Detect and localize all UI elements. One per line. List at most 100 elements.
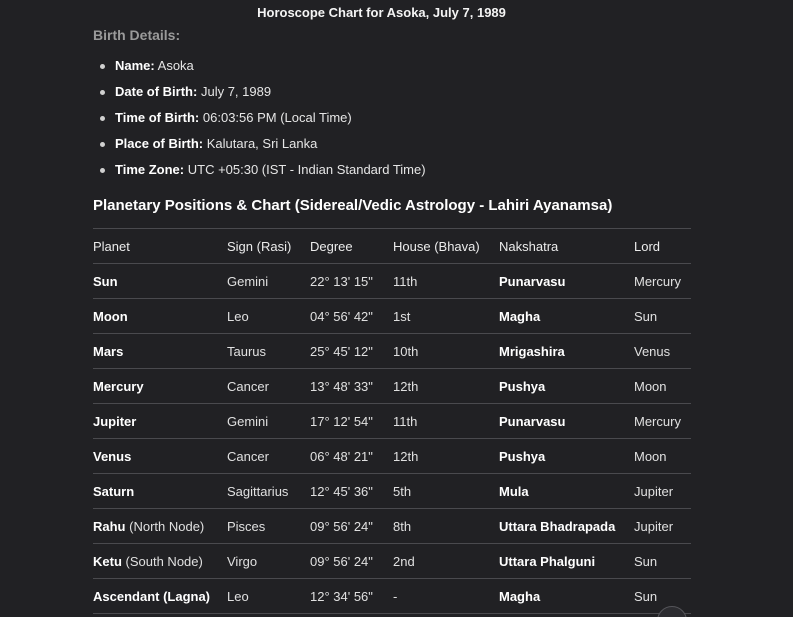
cell-lord: Mercury [634, 403, 691, 439]
column-header-sign: Sign (Rasi) [227, 228, 310, 264]
cell-degree: 13° 48' 33" [310, 368, 393, 404]
cell-planet: Mars [93, 333, 227, 369]
cell-planet: Jupiter [93, 403, 227, 439]
table-header-row: Planet Sign (Rasi) Degree House (Bhava) … [93, 228, 691, 264]
column-header-degree: Degree [310, 228, 393, 264]
cell-sign: Gemini [227, 263, 310, 299]
cell-planet: Rahu (North Node) [93, 508, 227, 544]
planet-note: (South Node) [125, 553, 203, 569]
cell-nakshatra: Pushya [499, 438, 634, 474]
bullet-icon [100, 168, 105, 173]
cell-nakshatra: Punarvasu [499, 403, 634, 439]
cell-degree: 12° 34' 56" [310, 578, 393, 614]
planet-name: Venus [93, 448, 132, 464]
detail-name: Name: Asoka [93, 56, 691, 82]
bullet-icon [100, 142, 105, 147]
cell-house: 2nd [393, 543, 499, 579]
cell-degree: 22° 13' 15" [310, 263, 393, 299]
bullet-icon [100, 64, 105, 69]
birth-details-list: Name: Asoka Date of Birth: July 7, 1989 … [93, 56, 691, 186]
cell-house: 12th [393, 368, 499, 404]
table-row: Mars Taurus 25° 45' 12" 10th Mrigashira Venus [93, 333, 691, 369]
column-header-house: House (Bhava) [393, 228, 499, 264]
cell-sign: Taurus [227, 333, 310, 369]
table-row: Moon Leo 04° 56' 42" 1st Magha Sun [93, 298, 691, 334]
cell-house: 8th [393, 508, 499, 544]
planet-name: Rahu [93, 518, 126, 534]
planet-name: Saturn [93, 483, 135, 499]
table-row: Venus Cancer 06° 48' 21" 12th Pushya Moon [93, 438, 691, 474]
column-header-lord: Lord [634, 228, 691, 264]
cell-nakshatra: Pushya [499, 368, 634, 404]
table-row: Sun Gemini 22° 13' 15" 11th Punarvasu Mercury [93, 263, 691, 299]
cell-planet: Venus [93, 438, 227, 474]
table-row: Ascendant (Lagna) Leo 12° 34' 56" - Magha Sun [93, 578, 691, 614]
cell-lord: Jupiter [634, 473, 691, 509]
birth-details-heading: Birth Details: [93, 27, 181, 43]
page-title: Horoscope Chart for Asoka, July 7, 1989 [257, 5, 506, 20]
cell-sign: Virgo [227, 543, 310, 579]
detail-time-zone: Time Zone: UTC +05:30 (IST - Indian Stan… [93, 160, 691, 186]
response-content: Birth Details: Name: Asoka Date of Birth… [93, 26, 691, 614]
planet-name: Mercury [93, 378, 144, 394]
cell-lord: Sun [634, 543, 691, 579]
cell-planet: Ascendant (Lagna) [93, 578, 227, 614]
table-row: Mercury Cancer 13° 48' 33" 12th Pushya Moon [93, 368, 691, 404]
detail-time-of-birth: Time of Birth: 06:03:56 PM (Local Time) [93, 108, 691, 134]
cell-lord: Mercury [634, 263, 691, 299]
cell-nakshatra: Uttara Bhadrapada [499, 508, 634, 544]
cell-planet: Sun [93, 263, 227, 299]
table-row: Rahu (North Node) Pisces 09° 56' 24" 8th Utt… [93, 508, 691, 544]
cell-degree: 04° 56' 42" [310, 298, 393, 334]
cell-nakshatra: Magha [499, 298, 634, 334]
cell-house: 12th [393, 438, 499, 474]
planetary-positions-heading: Planetary Positions & Chart (Sidereal/Ve… [93, 197, 613, 214]
planet-note: (North Node) [129, 518, 205, 534]
cell-degree: 09° 56' 24" [310, 508, 393, 544]
column-header-planet: Planet [93, 228, 227, 264]
cell-planet: Moon [93, 298, 227, 334]
cell-nakshatra: Magha [499, 578, 634, 614]
cell-house: 5th [393, 473, 499, 509]
cell-degree: 12° 45' 36" [310, 473, 393, 509]
table-row: Jupiter Gemini 17° 12' 54" 11th Punarvasu Mer… [93, 403, 691, 439]
planet-name: Moon [93, 308, 128, 324]
cell-house: 11th [393, 263, 499, 299]
chat-response-page: Horoscope Chart for Asoka, July 7, 1989 … [0, 0, 793, 617]
planetary-positions-table: Planet Sign (Rasi) Degree House (Bhava) … [93, 228, 691, 614]
cell-lord: Moon [634, 368, 691, 404]
cell-sign: Leo [227, 578, 310, 614]
cell-degree: 25° 45' 12" [310, 333, 393, 369]
planet-name: Sun [93, 273, 118, 289]
cell-lord: Moon [634, 438, 691, 474]
cell-planet: Ketu (South Node) [93, 543, 227, 579]
cell-lord: Sun [634, 298, 691, 334]
cell-sign: Gemini [227, 403, 310, 439]
cell-nakshatra: Punarvasu [499, 263, 634, 299]
cell-nakshatra: Mula [499, 473, 634, 509]
cell-house: 10th [393, 333, 499, 369]
cell-sign: Cancer [227, 438, 310, 474]
cell-planet: Saturn [93, 473, 227, 509]
detail-date-of-birth: Date of Birth: July 7, 1989 [93, 82, 691, 108]
planet-name: Mars [93, 343, 124, 359]
cell-sign: Pisces [227, 508, 310, 544]
cell-planet: Mercury [93, 368, 227, 404]
cell-degree: 17° 12' 54" [310, 403, 393, 439]
cell-house: - [393, 578, 499, 614]
cell-sign: Sagittarius [227, 473, 310, 509]
cell-nakshatra: Uttara Phalguni [499, 543, 634, 579]
cell-degree: 06° 48' 21" [310, 438, 393, 474]
cell-sign: Cancer [227, 368, 310, 404]
table-row: Ketu (South Node) Virgo 09° 56' 24" 2nd Utta… [93, 543, 691, 579]
bullet-icon [100, 90, 105, 95]
planet-name: Ketu [93, 553, 122, 569]
cell-degree: 09° 56' 24" [310, 543, 393, 579]
cell-sign: Leo [227, 298, 310, 334]
planet-name: Ascendant (Lagna) [93, 588, 211, 604]
cell-lord: Jupiter [634, 508, 691, 544]
table-row: Saturn Sagittarius 12° 45' 36" 5th Mula Jupit… [93, 473, 691, 509]
cell-lord: Venus [634, 333, 691, 369]
cell-house: 1st [393, 298, 499, 334]
cell-house: 11th [393, 403, 499, 439]
